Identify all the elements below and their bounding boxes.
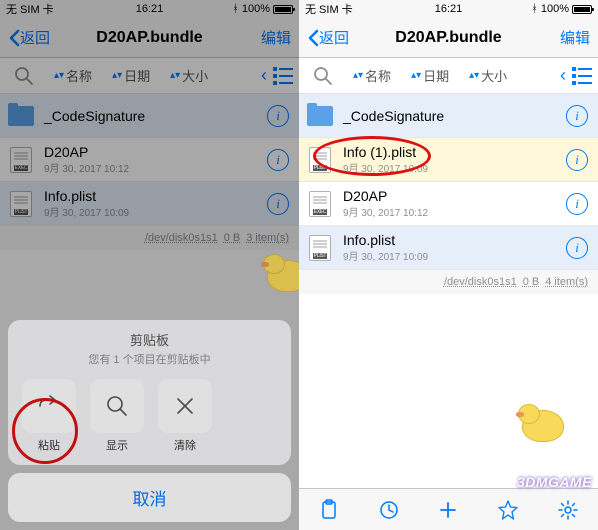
paste-button[interactable]: 粘贴	[22, 379, 76, 453]
sort-name[interactable]: ▴▾名称	[46, 64, 100, 87]
edit-button[interactable]: 编辑	[261, 27, 291, 48]
show-button[interactable]: 显示	[90, 379, 144, 453]
sort-icon: ▴▾	[54, 73, 64, 78]
plist-icon: PLIST	[8, 191, 34, 217]
search-button[interactable]	[305, 64, 341, 88]
file-row[interactable]: _CodeSignature i	[0, 94, 299, 138]
bottom-toolbar	[299, 488, 598, 530]
sort-icon: ▴▾	[353, 73, 363, 78]
info-button[interactable]: i	[566, 193, 588, 215]
footer-stats: /dev/disk0s1s10 B4 item(s)	[299, 270, 598, 294]
plist-icon: PLIST	[307, 147, 333, 173]
file-name: Info (1).plist	[343, 144, 566, 160]
clipboard-icon[interactable]	[318, 499, 340, 521]
file-row[interactable]: EXEC D20AP9月 30, 2017 10:12 i	[299, 182, 598, 226]
info-button[interactable]: i	[566, 149, 588, 171]
phone-right: 无 SIM 卡 16:21 ᚼ 100% 返回 D20AP.bundle 编辑 …	[299, 0, 598, 530]
back-button[interactable]: 返回	[307, 27, 349, 48]
info-button[interactable]: i	[566, 105, 588, 127]
view-grid-button[interactable]	[273, 67, 293, 85]
file-name: Info.plist	[343, 232, 566, 248]
battery-icon	[273, 5, 293, 14]
plist-icon: PLIST	[307, 235, 333, 261]
file-date: 9月 30, 2017 10:12	[44, 160, 267, 175]
battery-icon	[572, 5, 592, 14]
clock: 16:21	[0, 3, 299, 15]
file-row[interactable]: _CodeSignature i	[299, 94, 598, 138]
search-button[interactable]	[6, 64, 42, 88]
file-date: 9月 30, 2017 10:12	[343, 204, 566, 219]
info-button[interactable]: i	[267, 149, 289, 171]
action-sheet: 剪贴板 您有 1 个项目在剪贴板中 粘贴 显示	[8, 320, 291, 522]
search-icon	[90, 379, 144, 433]
file-name: D20AP	[343, 188, 566, 204]
history-icon[interactable]	[378, 499, 400, 521]
file-date: 9月 30, 2017 10:09	[343, 160, 566, 175]
sheet-title: 剪贴板	[18, 330, 281, 349]
sort-bar: ▴▾名称 ▴▾日期 ▴▾大小 ‹	[299, 58, 598, 94]
back-button[interactable]: 返回	[8, 27, 50, 48]
sort-name[interactable]: ▴▾名称	[345, 64, 399, 87]
star-icon[interactable]	[497, 499, 519, 521]
sort-icon: ▴▾	[170, 73, 180, 78]
file-row[interactable]: PLIST Info.plist9月 30, 2017 10:09 i	[0, 182, 299, 226]
add-icon[interactable]	[437, 499, 459, 521]
file-date: 9月 30, 2017 10:09	[44, 204, 267, 219]
status-bar: 无 SIM 卡 16:21 ᚼ 100%	[299, 0, 598, 18]
info-button[interactable]: i	[267, 105, 289, 127]
file-name: Info.plist	[44, 188, 267, 204]
file-name: _CodeSignature	[343, 108, 566, 124]
info-button[interactable]: i	[267, 193, 289, 215]
file-list: _CodeSignature i PLIST Info (1).plist9月 …	[299, 94, 598, 488]
phone-left: 无 SIM 卡 16:21 ᚼ 100% 返回 D20AP.bundle 编辑 …	[0, 0, 299, 530]
view-grid-button[interactable]	[572, 67, 592, 85]
nav-bar: 返回 D20AP.bundle 编辑	[299, 18, 598, 58]
file-row[interactable]: PLIST Info.plist9月 30, 2017 10:09 i	[299, 226, 598, 270]
sort-size[interactable]: ▴▾大小	[162, 64, 216, 87]
file-row[interactable]: EXEC D20AP9月 30, 2017 10:12 i	[0, 138, 299, 182]
settings-icon[interactable]	[557, 499, 579, 521]
sort-size[interactable]: ▴▾大小	[461, 64, 515, 87]
status-bar: 无 SIM 卡 16:21 ᚼ 100%	[0, 0, 299, 18]
file-name: D20AP	[44, 144, 267, 160]
watermark: 3DMGAME	[517, 474, 592, 490]
sort-icon: ▴▾	[112, 73, 122, 78]
exec-icon: EXEC	[307, 191, 333, 217]
footer-stats: /dev/disk0s1s10 B3 item(s)	[0, 226, 299, 250]
sort-date[interactable]: ▴▾日期	[104, 64, 158, 87]
clear-button[interactable]: 清除	[158, 379, 212, 453]
sort-icon: ▴▾	[411, 73, 421, 78]
cancel-button[interactable]: 取消	[8, 473, 291, 522]
edit-button[interactable]: 编辑	[560, 27, 590, 48]
nav-bar: 返回 D20AP.bundle 编辑	[0, 18, 299, 58]
sort-date[interactable]: ▴▾日期	[403, 64, 457, 87]
file-name: _CodeSignature	[44, 108, 267, 124]
folder-icon	[8, 103, 34, 129]
sheet-subtitle: 您有 1 个项目在剪贴板中	[18, 351, 281, 367]
folder-icon	[307, 103, 333, 129]
share-icon	[22, 379, 76, 433]
sort-bar: ▴▾名称 ▴▾日期 ▴▾大小 ‹	[0, 58, 299, 94]
clock: 16:21	[299, 3, 598, 15]
exec-icon: EXEC	[8, 147, 34, 173]
sort-icon: ▴▾	[469, 73, 479, 78]
collapse-button[interactable]: ‹	[560, 65, 566, 86]
info-button[interactable]: i	[566, 237, 588, 259]
file-date: 9月 30, 2017 10:09	[343, 248, 566, 263]
collapse-button[interactable]: ‹	[261, 65, 267, 86]
close-icon	[158, 379, 212, 433]
file-row[interactable]: PLIST Info (1).plist9月 30, 2017 10:09 i	[299, 138, 598, 182]
